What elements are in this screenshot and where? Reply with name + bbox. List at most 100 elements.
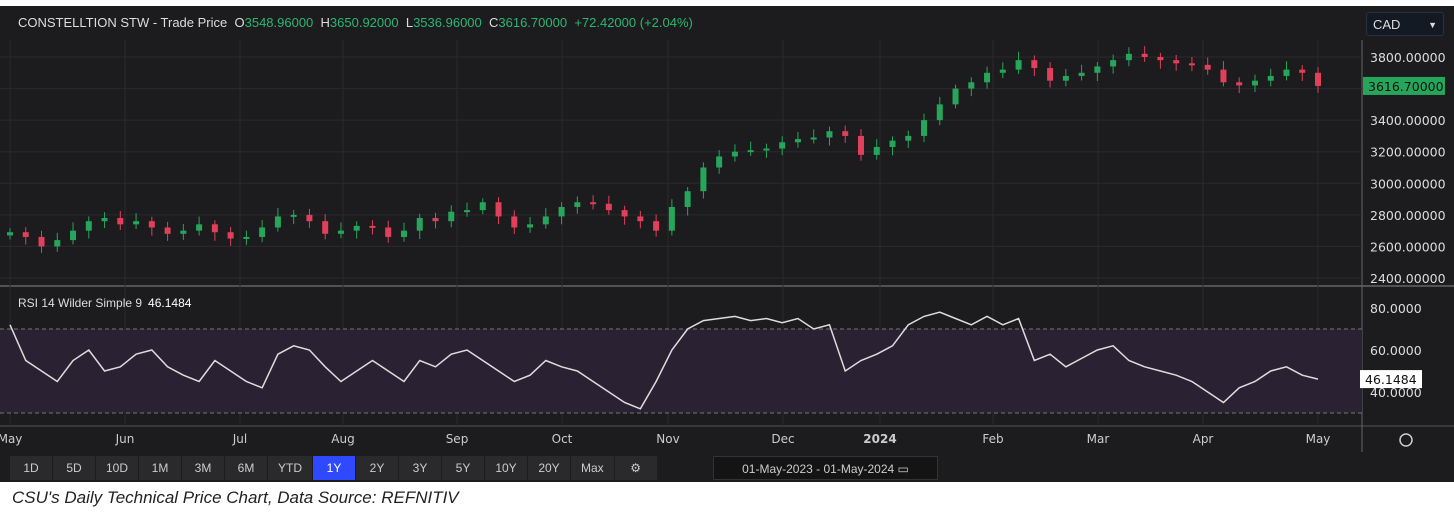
candle (85, 221, 92, 231)
currency-select[interactable]: CAD ▼ (1366, 12, 1444, 36)
range-button-2y[interactable]: 2Y (356, 456, 399, 480)
candle (385, 227, 392, 237)
price-tick-label: 3200.00000 (1370, 145, 1446, 160)
price-tick-label: 2600.00000 (1370, 239, 1446, 254)
candle (984, 72, 991, 83)
candle (196, 224, 203, 231)
candle (274, 216, 281, 228)
candle (684, 191, 691, 207)
change-value: +72.42000 (+2.04%) (574, 15, 693, 30)
x-tick-label: Mar (1087, 432, 1110, 446)
rsi-value: 46.1484 (148, 296, 192, 310)
candle (747, 150, 754, 153)
candle (1015, 60, 1022, 70)
rsi-value-label: 46.1484 (1365, 372, 1417, 387)
low-value: 3536.96000 (413, 15, 482, 30)
x-tick-label: Dec (771, 432, 794, 446)
candle (416, 218, 423, 231)
price-tick-label: 3800.00000 (1370, 50, 1446, 65)
rsi-legend: RSI 14 Wilder Simple 9 46.1484 (18, 296, 191, 310)
settings-icon (1399, 433, 1413, 447)
candle (511, 216, 518, 228)
candle (889, 140, 896, 147)
candle (133, 221, 140, 225)
date-range-picker[interactable]: 01-May-2023 - 01-May-2024 ▭ (713, 456, 938, 480)
candle (1125, 53, 1132, 61)
x-tick-label: Jun (115, 432, 135, 446)
range-button-1y[interactable]: 1Y (313, 456, 356, 480)
candle (70, 230, 77, 241)
open-label: O (234, 15, 245, 30)
candle (621, 210, 628, 217)
candle (999, 69, 1006, 73)
gear-icon[interactable]: ⚙ (614, 456, 657, 480)
candle (921, 120, 928, 136)
candle (779, 142, 786, 149)
open-value: 3548.96000 (244, 15, 314, 30)
range-button-6m[interactable]: 6M (225, 456, 268, 480)
range-button-5y[interactable]: 5Y (442, 456, 485, 480)
candle (842, 131, 849, 136)
candle (1267, 75, 1274, 81)
candle (716, 156, 723, 168)
range-button-ytd[interactable]: YTD (268, 456, 313, 480)
candle (211, 224, 218, 233)
candle (227, 232, 234, 239)
caption: CSU's Daily Technical Price Chart, Data … (12, 488, 459, 507)
candle (558, 206, 565, 217)
candle (1110, 60, 1117, 67)
low-label: L (405, 15, 414, 30)
chevron-down-icon: ▼ (1428, 20, 1437, 30)
candle (574, 202, 581, 207)
candle (527, 224, 534, 228)
candle (1047, 68, 1054, 81)
range-button-10y[interactable]: 10Y (485, 456, 528, 480)
close-value: 3616.70000 (498, 15, 568, 30)
rsi-tick-label: 60.0000 (1370, 343, 1422, 358)
candle (1204, 64, 1211, 70)
range-button-20y[interactable]: 20Y (528, 456, 571, 480)
candle (38, 236, 45, 247)
candle (936, 104, 943, 121)
candle (243, 236, 250, 239)
candle (7, 232, 13, 236)
chart-window: May Jun Jul Aug Sep Oct Nov Dec 2024 Feb Mar Apr May… (0, 6, 1454, 482)
candle (1299, 69, 1306, 73)
candle (1173, 60, 1180, 64)
range-button-10d[interactable]: 10D (96, 456, 139, 480)
candle (700, 167, 707, 192)
close-label: C (489, 15, 499, 30)
candle (464, 210, 471, 213)
candle (369, 225, 376, 228)
candle (353, 225, 360, 231)
price-tick-label: 3400.00000 (1370, 113, 1446, 128)
candle (22, 232, 29, 237)
price-header: CONSTELLTION STW - Trade Price O3548.960… (18, 15, 693, 30)
range-button-3m[interactable]: 3M (182, 456, 225, 480)
candle (400, 230, 407, 237)
high-value: 3650.92000 (329, 15, 399, 30)
price-tick-label: 2400.00000 (1370, 271, 1446, 286)
chart-canvas[interactable]: May Jun Jul Aug Sep Oct Nov Dec 2024 Feb Mar Apr May… (0, 6, 1454, 482)
candle (1062, 75, 1069, 81)
candle (637, 216, 644, 222)
candle (873, 146, 880, 155)
candle (1031, 60, 1038, 69)
candle (905, 135, 912, 141)
x-tick-label: May (0, 432, 22, 446)
candle (826, 131, 833, 138)
candle (290, 214, 297, 217)
range-button-3y[interactable]: 3Y (399, 456, 442, 480)
candle (1220, 69, 1227, 83)
candle (1157, 57, 1164, 61)
candle (1094, 66, 1101, 73)
rsi-label: RSI 14 Wilder Simple 9 (18, 296, 143, 310)
candle (605, 203, 612, 211)
range-button-5d[interactable]: 5D (53, 456, 95, 480)
range-button-1d[interactable]: 1D (10, 456, 52, 480)
x-tick-label: 2024 (863, 432, 896, 446)
candle (542, 216, 549, 225)
range-buttons: 1D 5D 10D 1M 3M 6M YTD 1Y 2Y 3Y 5Y 10Y 20Y Max ⚙ (10, 456, 657, 480)
range-button-1m[interactable]: 1M (139, 456, 182, 480)
range-button-max[interactable]: Max (571, 456, 614, 480)
